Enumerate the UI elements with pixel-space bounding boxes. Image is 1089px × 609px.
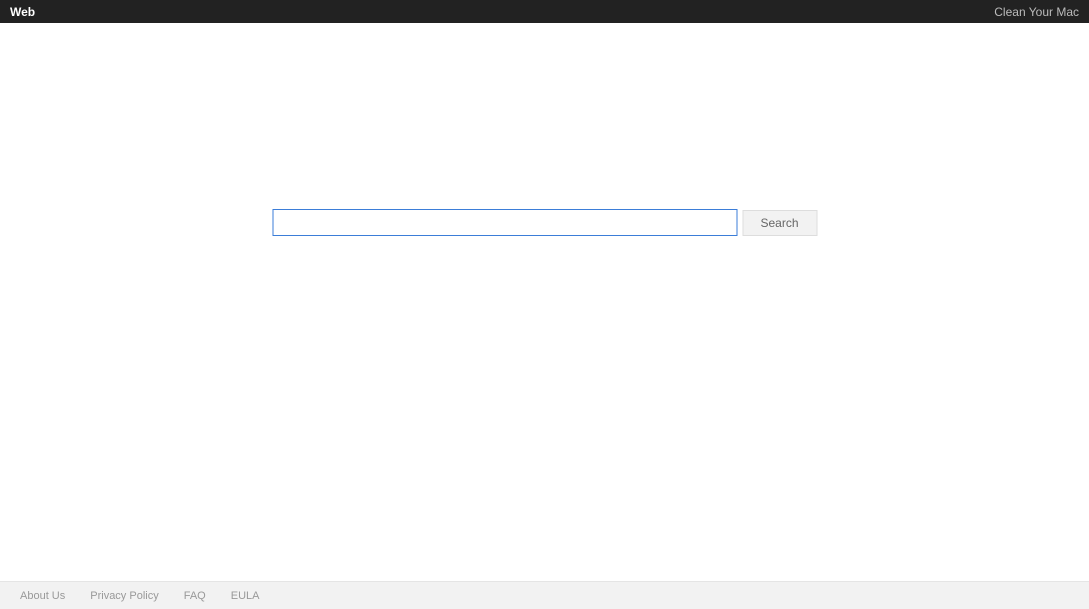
search-input[interactable] [272,209,737,236]
header-bar: Web Clean Your Mac [0,0,1089,23]
main-content: Search [0,23,1089,581]
footer-link-faq[interactable]: FAQ [184,590,206,602]
clean-your-mac-link[interactable]: Clean Your Mac [994,5,1079,19]
footer-link-about-us[interactable]: About Us [20,590,65,602]
footer-bar: About Us Privacy Policy FAQ EULA [0,581,1089,609]
header-title[interactable]: Web [10,5,35,19]
search-container: Search [272,209,817,236]
footer-link-privacy-policy[interactable]: Privacy Policy [90,590,158,602]
footer-link-eula[interactable]: EULA [231,590,260,602]
search-button[interactable]: Search [742,210,817,236]
